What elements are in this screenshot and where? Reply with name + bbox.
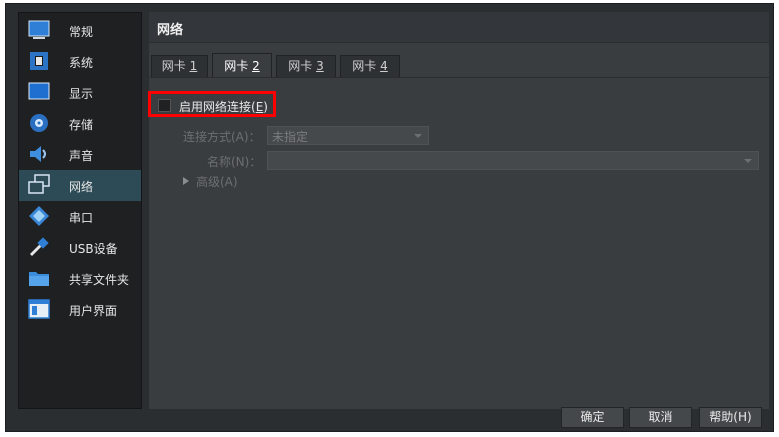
sidebar-item-usb[interactable]: USB设备 bbox=[19, 232, 141, 263]
cancel-button[interactable]: 取消 bbox=[629, 407, 692, 428]
sidebar-item-storage[interactable]: 存储 bbox=[19, 108, 141, 139]
general-icon bbox=[28, 20, 50, 39]
sidebar-item-display[interactable]: 显示 bbox=[19, 77, 141, 108]
sidebar-item-label: 常规 bbox=[69, 25, 94, 39]
attached-to-label: 连接方式(A)： bbox=[183, 130, 261, 144]
adapter-name-label: 名称(N)： bbox=[207, 155, 262, 169]
advanced-toggle[interactable]: 高级(A) bbox=[196, 173, 238, 190]
sidebar-item-general[interactable]: 常规 bbox=[19, 15, 141, 46]
tab-label: 网卡 bbox=[288, 59, 317, 73]
sidebar-item-label: 存储 bbox=[69, 118, 94, 132]
sidebar-item-label: 串口 bbox=[69, 211, 94, 225]
tab-label: 网卡 bbox=[352, 59, 381, 73]
tab-adapter-2[interactable]: 网卡 2 bbox=[212, 53, 272, 78]
sidebar-item-label: 系统 bbox=[69, 56, 94, 70]
audio-icon bbox=[30, 146, 46, 162]
adapter-settings-panel: 启用网络连接(E) 连接方式(A)： 未指定 名称(N)： 高级(A) bbox=[148, 77, 769, 410]
sidebar-item-user-interface[interactable]: 用户界面 bbox=[19, 294, 141, 325]
attached-to-select[interactable]: 未指定 bbox=[267, 126, 429, 145]
attached-to-value: 未指定 bbox=[272, 130, 309, 144]
tab-adapter-4[interactable]: 网卡 4 bbox=[340, 55, 400, 77]
sidebar-item-label: 显示 bbox=[69, 87, 94, 101]
sidebar-item-label: USB设备 bbox=[69, 242, 118, 256]
tab-shortcut-key: 1 bbox=[189, 59, 198, 73]
page-title: 网络 bbox=[157, 23, 184, 38]
tab-shortcut-key: 3 bbox=[316, 59, 324, 73]
network-icon bbox=[28, 174, 50, 194]
tab-adapter-1[interactable]: 网卡 1 bbox=[151, 55, 208, 77]
settings-content: 网络 网卡 1 网卡 2 网卡 3 网卡 4 启用网络连接(E) 连接方式(A)… bbox=[148, 12, 769, 410]
page-header: 网络 bbox=[149, 12, 769, 43]
display-icon bbox=[28, 82, 50, 100]
sidebar-item-label: 用户界面 bbox=[69, 304, 118, 318]
sidebar-item-system[interactable]: 系统 bbox=[19, 46, 141, 77]
sidebar-item-label: 网络 bbox=[69, 180, 94, 194]
highlight-annotation bbox=[148, 91, 276, 117]
usb-icon bbox=[30, 237, 49, 256]
chevron-down-icon bbox=[744, 159, 752, 163]
tab-shortcut-key: 4 bbox=[380, 59, 388, 73]
tab-shortcut-key: 2 bbox=[252, 59, 260, 73]
ok-button[interactable]: 确定 bbox=[561, 407, 624, 428]
tab-label: 网卡 bbox=[224, 59, 253, 73]
sidebar-item-network[interactable]: 网络 bbox=[19, 170, 141, 201]
expand-arrow-icon[interactable] bbox=[183, 177, 189, 185]
sidebar-item-audio[interactable]: 声音 bbox=[19, 139, 141, 170]
adapter-name-select[interactable] bbox=[267, 151, 759, 170]
sidebar-item-label: 声音 bbox=[69, 149, 94, 163]
system-icon bbox=[30, 52, 48, 70]
shared-folder-icon bbox=[29, 272, 49, 286]
chevron-down-icon bbox=[414, 134, 422, 138]
storage-icon bbox=[30, 114, 48, 132]
sidebar-item-label: 共享文件夹 bbox=[69, 273, 130, 287]
sidebar-item-serial-port[interactable]: 串口 bbox=[19, 201, 141, 232]
tab-adapter-3[interactable]: 网卡 3 bbox=[276, 55, 336, 77]
user-interface-icon bbox=[28, 299, 50, 319]
tab-label: 网卡 bbox=[161, 59, 190, 73]
sidebar-item-shared-folder[interactable]: 共享文件夹 bbox=[19, 263, 141, 294]
serial-port-icon bbox=[29, 206, 49, 226]
settings-window: 常规 系统 显示 存储 声音 网络 串口 USB设备 共享文件夹 用户界面 网络… bbox=[5, 3, 774, 432]
settings-sidebar: 常规 系统 显示 存储 声音 网络 串口 USB设备 共享文件夹 用户界面 bbox=[18, 12, 142, 409]
help-button[interactable]: 帮助(H) bbox=[699, 407, 762, 428]
